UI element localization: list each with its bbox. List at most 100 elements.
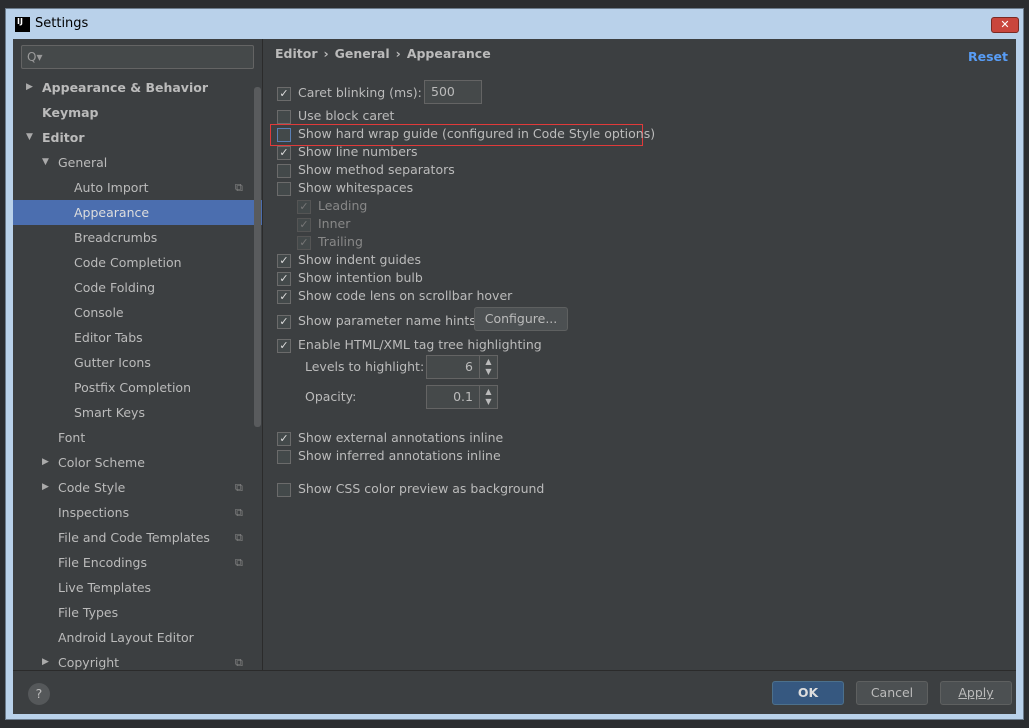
sidebar-item-label: Appearance [74,205,150,220]
sidebar-item-android-layout-editor[interactable]: Android Layout Editor [13,625,262,650]
option-show-whitespaces[interactable]: Show whitespaces [277,179,413,197]
option-inner[interactable]: ✓ Inner [297,215,350,233]
option-label: Show external annotations inline [298,430,504,445]
sidebar-item-label: Editor [42,130,85,145]
sidebar-item-postfix-completion[interactable]: Postfix Completion [13,375,262,400]
project-scope-icon: ⧉ [235,656,243,669]
caret-blinking-checkbox[interactable]: ✓ [277,86,291,101]
dialog-body: Q▾ ▶ Appearance & Behavior Keymap ▼ Editor ▼ G… [13,39,1016,714]
sidebar-item-code-completion[interactable]: Code Completion [13,250,262,275]
option-show-code-lens-on-scrollbar-hover[interactable]: ✓ Show code lens on scrollbar hover [277,287,512,305]
checkbox[interactable] [277,482,291,497]
option-enable-html-xml-tag-tree-highlighting[interactable]: ✓ Enable HTML/XML tag tree highlighting [277,336,542,354]
sidebar-item-smart-keys[interactable]: Smart Keys [13,400,262,425]
option-show-intention-bulb[interactable]: ✓ Show intention bulb [277,269,423,287]
checkbox[interactable] [277,163,291,178]
option-show-line-numbers[interactable]: ✓ Show line numbers [277,143,418,161]
checkbox[interactable]: ✓ [277,338,291,353]
spinner-arrows-icon[interactable]: ▲ ▼ [479,386,497,408]
checkbox[interactable]: ✓ [277,271,291,286]
settings-search-input[interactable]: Q▾ [21,45,254,69]
sidebar-item-appearance[interactable]: Appearance [13,200,262,225]
option-show-hard-wrap-guide-configured-in-code-style-options[interactable]: Show hard wrap guide (configured in Code… [277,125,655,143]
sidebar-item-label: Console [74,305,124,320]
sidebar-item-appearance-behavior[interactable]: ▶ Appearance & Behavior [13,75,262,100]
settings-window: IJ Settings ✕ Q▾ ▶ Appearance & Behavior K… [5,8,1024,720]
option-trailing[interactable]: ✓ Trailing [297,233,363,251]
checkbox[interactable]: ✓ [277,253,291,268]
checkbox[interactable] [277,449,291,464]
option-label: Show CSS color preview as background [298,481,545,496]
expand-arrow-icon[interactable]: ▶ [26,75,33,100]
option-label: Inner [318,216,351,231]
sidebar-item-breadcrumbs[interactable]: Breadcrumbs [13,225,262,250]
project-scope-icon: ⧉ [235,506,243,519]
sidebar-item-label: Breadcrumbs [74,230,158,245]
option-label: Show code lens on scrollbar hover [298,288,513,303]
sidebar-item-label: Inspections [58,505,130,520]
opacity-spinner[interactable]: 0.1 ▲ ▼ [426,385,498,409]
option-show-external-annotations-inline[interactable]: ✓ Show external annotations inline [277,429,503,447]
cancel-button[interactable]: Cancel [856,681,928,705]
sidebar-item-color-scheme[interactable]: ▶ Color Scheme [13,450,262,475]
checkbox[interactable] [277,181,291,196]
sidebar-item-keymap[interactable]: Keymap [13,100,262,125]
caret-blinking-input[interactable]: 500 [424,80,482,104]
settings-sidebar: Q▾ ▶ Appearance & Behavior Keymap ▼ Editor ▼ G… [13,39,263,670]
sidebar-item-label: Code Completion [74,255,182,270]
checkbox[interactable] [277,127,291,142]
checkbox[interactable]: ✓ [277,145,291,160]
close-button[interactable]: ✕ [991,17,1019,33]
expand-arrow-icon[interactable]: ▶ [42,450,49,475]
checkbox[interactable]: ✓ [297,217,311,232]
sidebar-item-label: Gutter Icons [74,355,151,370]
option-show-parameter-name-hints[interactable]: ✓ Show parameter name hints [277,312,476,330]
help-button[interactable]: ? [28,683,50,705]
reset-link[interactable]: Reset [968,49,1008,64]
sidebar-item-file-and-code-templates[interactable]: File and Code Templates ⧉ [13,525,262,550]
sidebar-item-code-style[interactable]: ▶ Code Style ⧉ [13,475,262,500]
expand-arrow-icon[interactable]: ▶ [42,650,49,670]
option-label: Show intention bulb [298,270,423,285]
option-show-method-separators[interactable]: Show method separators [277,161,455,179]
breadcrumb-editor: Editor [275,46,318,61]
sidebar-item-font[interactable]: Font [13,425,262,450]
ok-button[interactable]: OK [772,681,844,705]
option-show-inferred-annotations-inline[interactable]: Show inferred annotations inline [277,447,501,465]
spinner-arrows-icon[interactable]: ▲ ▼ [479,356,497,378]
sidebar-item-code-folding[interactable]: Code Folding [13,275,262,300]
sidebar-item-label: Android Layout Editor [58,630,194,645]
breadcrumb-separator: › [323,46,329,61]
checkbox[interactable]: ✓ [277,289,291,304]
sidebar-item-inspections[interactable]: Inspections ⧉ [13,500,262,525]
levels-spinner[interactable]: 6 ▲ ▼ [426,355,498,379]
sidebar-item-console[interactable]: Console [13,300,262,325]
option-leading[interactable]: ✓ Leading [297,197,367,215]
sidebar-item-label: Color Scheme [58,455,145,470]
checkbox[interactable]: ✓ [297,235,311,250]
sidebar-item-general[interactable]: ▼ General [13,150,262,175]
option-show-css-color-preview-as-background[interactable]: Show CSS color preview as background [277,480,544,498]
collapse-arrow-icon[interactable]: ▼ [26,125,33,150]
checkbox[interactable]: ✓ [297,199,311,214]
sidebar-item-gutter-icons[interactable]: Gutter Icons [13,350,262,375]
collapse-arrow-icon[interactable]: ▼ [42,150,49,175]
sidebar-item-copyright[interactable]: ▶ Copyright ⧉ [13,650,262,670]
option-label: Use block caret [298,108,395,123]
sidebar-item-live-templates[interactable]: Live Templates [13,575,262,600]
sidebar-item-editor[interactable]: ▼ Editor [13,125,262,150]
configure-button[interactable]: Configure... [474,307,568,331]
checkbox[interactable] [277,109,291,124]
sidebar-item-file-types[interactable]: File Types [13,600,262,625]
checkbox[interactable]: ✓ [277,314,291,329]
sidebar-item-file-encodings[interactable]: File Encodings ⧉ [13,550,262,575]
sidebar-scrollbar[interactable] [254,87,261,427]
sidebar-item-editor-tabs[interactable]: Editor Tabs [13,325,262,350]
breadcrumb-separator: › [395,46,401,61]
option-use-block-caret[interactable]: Use block caret [277,107,394,125]
checkbox[interactable]: ✓ [277,431,291,446]
sidebar-item-auto-import[interactable]: Auto Import ⧉ [13,175,262,200]
expand-arrow-icon[interactable]: ▶ [42,475,49,500]
apply-button[interactable]: Apply [940,681,1012,705]
option-show-indent-guides[interactable]: ✓ Show indent guides [277,251,421,269]
